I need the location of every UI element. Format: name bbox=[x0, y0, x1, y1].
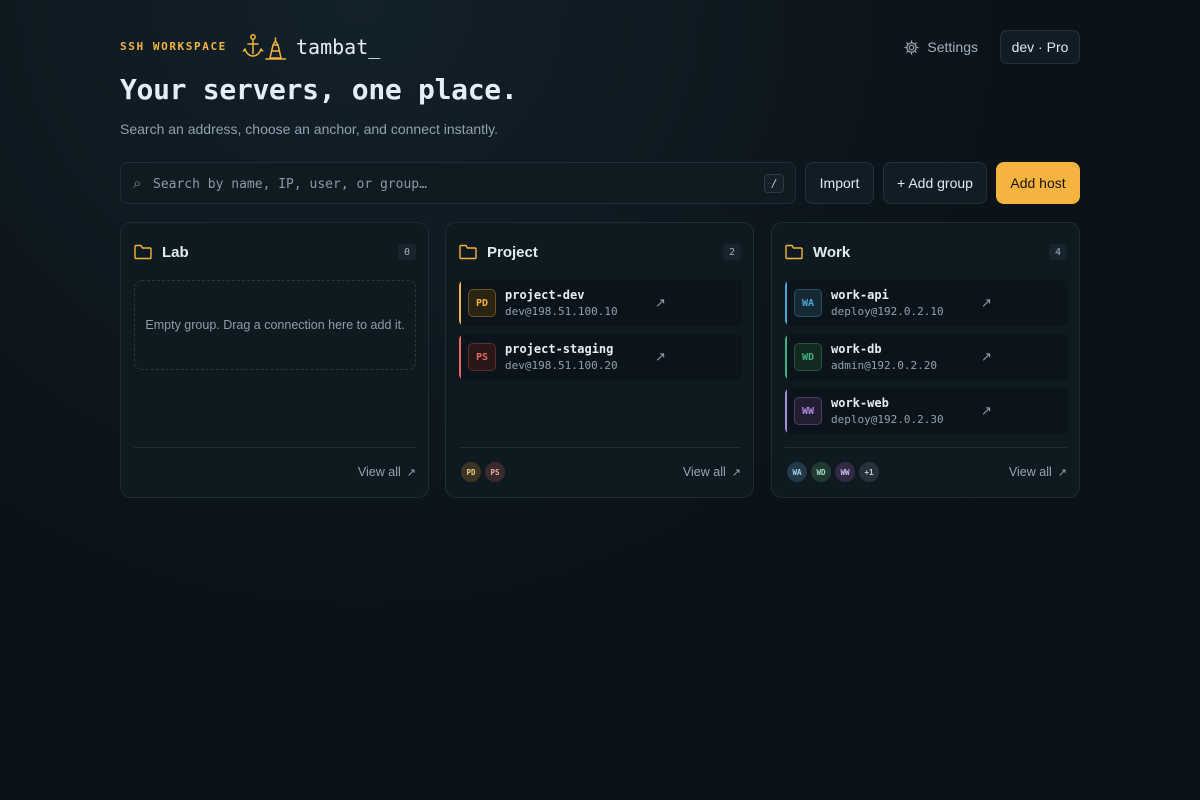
view-all-link[interactable]: View all ↗ bbox=[358, 465, 416, 479]
group-count-badge: 0 bbox=[398, 244, 416, 260]
page-subtitle: Search an address, choose an anchor, and… bbox=[120, 121, 498, 137]
search-icon: ⌕ bbox=[133, 175, 142, 192]
folder-icon bbox=[134, 244, 152, 260]
group-title: Work bbox=[813, 244, 851, 261]
add-host-button[interactable]: Add host bbox=[996, 162, 1080, 204]
host-name: work-web bbox=[831, 396, 889, 410]
add-group-button[interactable]: + Add group bbox=[883, 162, 987, 204]
host-row[interactable]: PD project-dev dev@198.51.100.10 ↗ bbox=[459, 280, 742, 326]
host-name: work-db bbox=[831, 342, 882, 356]
group-header[interactable]: Lab 0 bbox=[134, 243, 416, 263]
host-avatar: WD bbox=[794, 343, 822, 371]
group-header[interactable]: Project 2 bbox=[459, 243, 741, 263]
arrow-up-right-icon: ↗ bbox=[1057, 467, 1067, 479]
host-avatar-stack: WA WD WW +1 bbox=[786, 461, 882, 483]
group-card-lab: Lab 0 Empty group. Drag a connection her… bbox=[120, 222, 429, 498]
group-count-badge: 4 bbox=[1049, 244, 1067, 260]
host-avatar: WW bbox=[794, 397, 822, 425]
host-address: deploy@192.0.2.10 bbox=[831, 305, 944, 318]
folder-icon bbox=[785, 244, 803, 260]
mini-avatar: PD bbox=[460, 461, 482, 483]
connect-arrow-icon[interactable]: ↗ bbox=[981, 403, 992, 419]
group-card-work: Work 4 WA work-api deploy@192.0.2.10 ↗ W… bbox=[771, 222, 1080, 498]
host-address: dev@198.51.100.20 bbox=[505, 359, 618, 372]
host-row[interactable]: WA work-api deploy@192.0.2.10 ↗ bbox=[785, 280, 1068, 326]
divider bbox=[785, 447, 1067, 448]
arrow-up-right-icon: ↗ bbox=[406, 467, 416, 479]
host-row[interactable]: WW work-web deploy@192.0.2.30 ↗ bbox=[785, 388, 1068, 434]
search-box: ⌕ / bbox=[120, 162, 796, 204]
view-all-link[interactable]: View all ↗ bbox=[683, 465, 741, 479]
group-card-project: Project 2 PD project-dev dev@198.51.100.… bbox=[445, 222, 754, 498]
host-accent-bar bbox=[785, 334, 787, 380]
host-row[interactable]: WD work-db admin@192.0.2.20 ↗ bbox=[785, 334, 1068, 380]
host-accent-bar bbox=[459, 334, 461, 380]
group-title: Lab bbox=[162, 244, 189, 261]
settings-label: Settings bbox=[927, 39, 978, 55]
host-avatar: PD bbox=[468, 289, 496, 317]
group-count-badge: 2 bbox=[723, 244, 741, 260]
host-accent-bar bbox=[785, 280, 787, 326]
mini-avatar: WA bbox=[786, 461, 808, 483]
more-hosts-badge: +1 bbox=[858, 461, 880, 483]
host-address: admin@192.0.2.20 bbox=[831, 359, 937, 372]
workspace-tag: SSH WORKSPACE bbox=[120, 40, 227, 53]
connect-arrow-icon[interactable]: ↗ bbox=[655, 349, 666, 365]
settings-button[interactable]: Settings bbox=[903, 36, 978, 58]
host-accent-bar bbox=[785, 388, 787, 434]
group-header[interactable]: Work 4 bbox=[785, 243, 1067, 263]
host-avatar: WA bbox=[794, 289, 822, 317]
arrow-up-right-icon: ↗ bbox=[731, 467, 741, 479]
toolbar: ⌕ / Import + Add group Add host bbox=[120, 162, 1080, 204]
host-avatar-stack: PD PS bbox=[460, 461, 508, 483]
search-input[interactable] bbox=[153, 172, 753, 196]
empty-drop-zone[interactable]: Empty group. Drag a connection here to a… bbox=[134, 280, 416, 370]
host-name: project-staging bbox=[505, 342, 614, 356]
divider bbox=[459, 447, 741, 448]
group-title: Project bbox=[487, 244, 538, 261]
connect-arrow-icon[interactable]: ↗ bbox=[655, 295, 666, 311]
connect-arrow-icon[interactable]: ↗ bbox=[981, 295, 992, 311]
host-name: work-api bbox=[831, 288, 889, 302]
host-name: project-dev bbox=[505, 288, 585, 302]
host-row[interactable]: PS project-staging dev@198.51.100.20 ↗ bbox=[459, 334, 742, 380]
search-shortcut-key: / bbox=[764, 174, 784, 193]
host-avatar: PS bbox=[468, 343, 496, 371]
import-button[interactable]: Import bbox=[805, 162, 874, 204]
host-accent-bar bbox=[459, 280, 461, 326]
header: SSH WORKSPACE tambat_ Settings dev · Pro bbox=[120, 30, 1080, 64]
anchor-lighthouse-logo-icon bbox=[242, 34, 286, 60]
mini-avatar: WD bbox=[810, 461, 832, 483]
page-title: Your servers, one place. bbox=[120, 73, 518, 106]
view-all-link[interactable]: View all ↗ bbox=[1009, 465, 1067, 479]
mini-avatar: WW bbox=[834, 461, 856, 483]
host-address: deploy@192.0.2.30 bbox=[831, 413, 944, 426]
folder-icon bbox=[459, 244, 477, 260]
logo-text: tambat_ bbox=[296, 35, 381, 59]
host-address: dev@198.51.100.10 bbox=[505, 305, 618, 318]
gear-icon bbox=[904, 39, 919, 55]
mini-avatar: PS bbox=[484, 461, 506, 483]
divider bbox=[134, 447, 416, 448]
account-menu-button[interactable]: dev · Pro bbox=[1000, 30, 1080, 64]
connect-arrow-icon[interactable]: ↗ bbox=[981, 349, 992, 365]
